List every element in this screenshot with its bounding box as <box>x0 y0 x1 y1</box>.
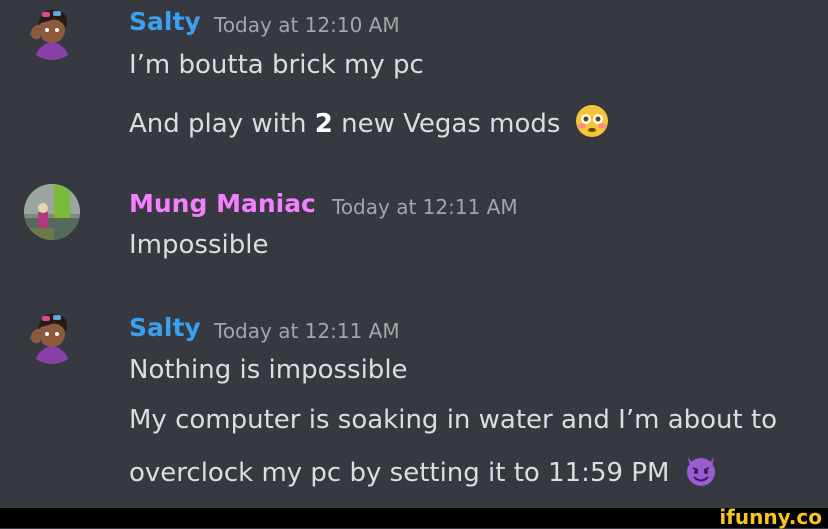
message-timestamp: Today at 12:11 AM <box>214 319 400 343</box>
message-timestamp: Today at 12:11 AM <box>332 195 518 219</box>
photo-avatar-icon <box>24 184 80 240</box>
author-name[interactable]: Mung Maniac <box>129 189 316 218</box>
flushed-face-emoji <box>575 104 609 145</box>
ifunny-watermark: ifunny.co <box>719 505 822 529</box>
avatar[interactable] <box>24 4 80 60</box>
avatar[interactable] <box>24 184 80 240</box>
text-segment: overclock my pc by setting it to 11:59 P… <box>129 458 670 488</box>
message-timestamp: Today at 12:10 AM <box>214 13 400 37</box>
message-line: I’m boutta brick my pc <box>129 50 424 80</box>
text-segment: And play with <box>129 109 315 139</box>
message-group-salty-2: Salty Today at 12:11 AM Nothing is impos… <box>0 280 828 508</box>
message-line: overclock my pc by setting it to 11:59 P… <box>129 453 718 494</box>
author-name[interactable]: Salty <box>129 313 201 342</box>
cartoon-avatar-icon <box>24 4 80 60</box>
message-line: My computer is soaking in water and I’m … <box>129 405 778 435</box>
message-line: And play with 2 new Vegas mods <box>129 104 609 145</box>
author-name[interactable]: Salty <box>129 7 201 36</box>
avatar[interactable] <box>24 308 80 364</box>
bold-number: 2 <box>314 109 333 139</box>
message-group-salty-1: Salty Today at 12:10 AM I’m boutta brick… <box>0 0 828 160</box>
message-line: Nothing is impossible <box>129 355 408 385</box>
message-line: Impossible <box>129 230 269 260</box>
smiling-imp-emoji <box>684 453 718 494</box>
watermark-bar: ifunny.co <box>0 505 828 529</box>
message-group-mung: Mung Maniac Today at 12:11 AM Impossible <box>0 160 828 280</box>
text-segment: new Vegas mods <box>332 109 561 139</box>
cartoon-avatar-icon <box>24 308 80 364</box>
